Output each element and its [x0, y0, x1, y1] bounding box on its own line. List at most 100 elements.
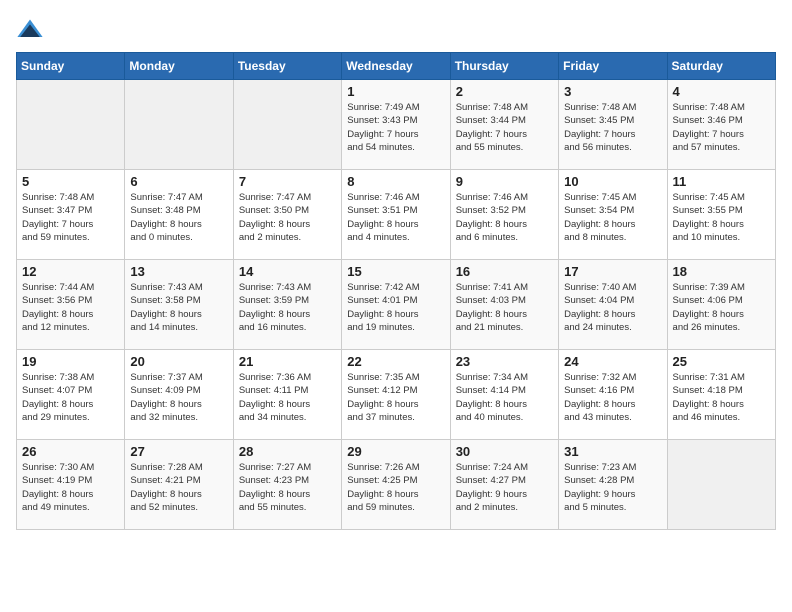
day-info: Sunrise: 7:46 AM Sunset: 3:51 PM Dayligh…	[347, 191, 444, 244]
day-info: Sunrise: 7:26 AM Sunset: 4:25 PM Dayligh…	[347, 461, 444, 514]
calendar-cell: 29 Sunrise: 7:26 AM Sunset: 4:25 PM Dayli…	[342, 440, 450, 530]
day-info: Sunrise: 7:24 AM Sunset: 4:27 PM Dayligh…	[456, 461, 553, 514]
weekday-header: Monday	[125, 53, 233, 80]
day-info: Sunrise: 7:34 AM Sunset: 4:14 PM Dayligh…	[456, 371, 553, 424]
calendar-cell: 12 Sunrise: 7:44 AM Sunset: 3:56 PM Dayli…	[17, 260, 125, 350]
day-number: 28	[239, 444, 336, 459]
calendar-cell: 22Sunrise: 7:35 AM Sunset: 4:12 PM Dayli…	[342, 350, 450, 440]
day-info: Sunrise: 7:48 AM Sunset: 3:44 PM Dayligh…	[456, 101, 553, 154]
calendar-cell: 26Sunrise: 7:30 AM Sunset: 4:19 PM Dayli…	[17, 440, 125, 530]
calendar-cell: 16 Sunrise: 7:41 AM Sunset: 4:03 PM Dayli…	[450, 260, 558, 350]
calendar-week-row: 1 Sunrise: 7:49 AM Sunset: 3:43 PM Daylig…	[17, 80, 776, 170]
day-info: Sunrise: 7:40 AM Sunset: 4:04 PM Dayligh…	[564, 281, 661, 334]
weekday-header: Tuesday	[233, 53, 341, 80]
day-number: 29	[347, 444, 444, 459]
calendar-cell: 24Sunrise: 7:32 AM Sunset: 4:16 PM Dayli…	[559, 350, 667, 440]
day-number: 19	[22, 354, 119, 369]
calendar-cell: 21Sunrise: 7:36 AM Sunset: 4:11 PM Dayli…	[233, 350, 341, 440]
calendar-cell: 1 Sunrise: 7:49 AM Sunset: 3:43 PM Daylig…	[342, 80, 450, 170]
calendar-cell: 8 Sunrise: 7:46 AM Sunset: 3:51 PM Daylig…	[342, 170, 450, 260]
day-number: 3	[564, 84, 661, 99]
calendar-cell: 17 Sunrise: 7:40 AM Sunset: 4:04 PM Dayli…	[559, 260, 667, 350]
day-info: Sunrise: 7:46 AM Sunset: 3:52 PM Dayligh…	[456, 191, 553, 244]
day-number: 8	[347, 174, 444, 189]
day-info: Sunrise: 7:48 AM Sunset: 3:45 PM Dayligh…	[564, 101, 661, 154]
day-info: Sunrise: 7:43 AM Sunset: 3:58 PM Dayligh…	[130, 281, 227, 334]
day-number: 20	[130, 354, 227, 369]
day-info: Sunrise: 7:48 AM Sunset: 3:46 PM Dayligh…	[673, 101, 770, 154]
day-number: 5	[22, 174, 119, 189]
calendar-cell: 28 Sunrise: 7:27 AM Sunset: 4:23 PM Dayli…	[233, 440, 341, 530]
calendar-cell: 15 Sunrise: 7:42 AM Sunset: 4:01 PM Dayli…	[342, 260, 450, 350]
day-info: Sunrise: 7:43 AM Sunset: 3:59 PM Dayligh…	[239, 281, 336, 334]
calendar-header: SundayMondayTuesdayWednesdayThursdayFrid…	[17, 53, 776, 80]
day-info: Sunrise: 7:45 AM Sunset: 3:55 PM Dayligh…	[673, 191, 770, 244]
calendar-cell: 10Sunrise: 7:45 AM Sunset: 3:54 PM Dayli…	[559, 170, 667, 260]
day-number: 10	[564, 174, 661, 189]
day-info: Sunrise: 7:27 AM Sunset: 4:23 PM Dayligh…	[239, 461, 336, 514]
calendar-week-row: 19Sunrise: 7:38 AM Sunset: 4:07 PM Dayli…	[17, 350, 776, 440]
day-info: Sunrise: 7:48 AM Sunset: 3:47 PM Dayligh…	[22, 191, 119, 244]
day-number: 27	[130, 444, 227, 459]
calendar-cell: 20 Sunrise: 7:37 AM Sunset: 4:09 PM Dayli…	[125, 350, 233, 440]
calendar-week-row: 12 Sunrise: 7:44 AM Sunset: 3:56 PM Dayli…	[17, 260, 776, 350]
page-header	[16, 16, 776, 44]
calendar-week-row: 5 Sunrise: 7:48 AM Sunset: 3:47 PM Daylig…	[17, 170, 776, 260]
calendar-cell: 27 Sunrise: 7:28 AM Sunset: 4:21 PM Dayli…	[125, 440, 233, 530]
day-number: 23	[456, 354, 553, 369]
calendar-week-row: 26Sunrise: 7:30 AM Sunset: 4:19 PM Dayli…	[17, 440, 776, 530]
day-info: Sunrise: 7:47 AM Sunset: 3:48 PM Dayligh…	[130, 191, 227, 244]
calendar-cell	[125, 80, 233, 170]
logo	[16, 16, 48, 44]
day-info: Sunrise: 7:47 AM Sunset: 3:50 PM Dayligh…	[239, 191, 336, 244]
day-number: 18	[673, 264, 770, 279]
calendar-cell	[667, 440, 775, 530]
calendar-cell: 5 Sunrise: 7:48 AM Sunset: 3:47 PM Daylig…	[17, 170, 125, 260]
day-info: Sunrise: 7:31 AM Sunset: 4:18 PM Dayligh…	[673, 371, 770, 424]
calendar-cell: 9 Sunrise: 7:46 AM Sunset: 3:52 PM Daylig…	[450, 170, 558, 260]
day-info: Sunrise: 7:49 AM Sunset: 3:43 PM Dayligh…	[347, 101, 444, 154]
day-number: 26	[22, 444, 119, 459]
day-number: 31	[564, 444, 661, 459]
day-info: Sunrise: 7:44 AM Sunset: 3:56 PM Dayligh…	[22, 281, 119, 334]
day-number: 6	[130, 174, 227, 189]
calendar-cell	[17, 80, 125, 170]
day-number: 15	[347, 264, 444, 279]
calendar-cell: 19Sunrise: 7:38 AM Sunset: 4:07 PM Dayli…	[17, 350, 125, 440]
day-info: Sunrise: 7:37 AM Sunset: 4:09 PM Dayligh…	[130, 371, 227, 424]
calendar-table: SundayMondayTuesdayWednesdayThursdayFrid…	[16, 52, 776, 530]
day-number: 24	[564, 354, 661, 369]
calendar-cell: 31 Sunrise: 7:23 AM Sunset: 4:28 PM Dayli…	[559, 440, 667, 530]
weekday-header: Thursday	[450, 53, 558, 80]
weekday-header: Sunday	[17, 53, 125, 80]
calendar-cell: 11 Sunrise: 7:45 AM Sunset: 3:55 PM Dayli…	[667, 170, 775, 260]
day-number: 21	[239, 354, 336, 369]
day-info: Sunrise: 7:42 AM Sunset: 4:01 PM Dayligh…	[347, 281, 444, 334]
day-info: Sunrise: 7:23 AM Sunset: 4:28 PM Dayligh…	[564, 461, 661, 514]
calendar-cell: 14 Sunrise: 7:43 AM Sunset: 3:59 PM Dayli…	[233, 260, 341, 350]
calendar-cell: 30 Sunrise: 7:24 AM Sunset: 4:27 PM Dayli…	[450, 440, 558, 530]
calendar-cell: 23 Sunrise: 7:34 AM Sunset: 4:14 PM Dayli…	[450, 350, 558, 440]
day-number: 11	[673, 174, 770, 189]
day-number: 1	[347, 84, 444, 99]
header-row: SundayMondayTuesdayWednesdayThursdayFrid…	[17, 53, 776, 80]
day-number: 9	[456, 174, 553, 189]
day-number: 14	[239, 264, 336, 279]
day-number: 17	[564, 264, 661, 279]
day-number: 7	[239, 174, 336, 189]
calendar-cell	[233, 80, 341, 170]
calendar-cell: 13Sunrise: 7:43 AM Sunset: 3:58 PM Dayli…	[125, 260, 233, 350]
day-info: Sunrise: 7:41 AM Sunset: 4:03 PM Dayligh…	[456, 281, 553, 334]
day-number: 16	[456, 264, 553, 279]
weekday-header: Friday	[559, 53, 667, 80]
day-number: 12	[22, 264, 119, 279]
calendar-cell: 25Sunrise: 7:31 AM Sunset: 4:18 PM Dayli…	[667, 350, 775, 440]
day-number: 30	[456, 444, 553, 459]
day-info: Sunrise: 7:35 AM Sunset: 4:12 PM Dayligh…	[347, 371, 444, 424]
day-info: Sunrise: 7:39 AM Sunset: 4:06 PM Dayligh…	[673, 281, 770, 334]
day-number: 4	[673, 84, 770, 99]
day-number: 2	[456, 84, 553, 99]
logo-icon	[16, 16, 44, 44]
calendar-cell: 3 Sunrise: 7:48 AM Sunset: 3:45 PM Daylig…	[559, 80, 667, 170]
day-info: Sunrise: 7:28 AM Sunset: 4:21 PM Dayligh…	[130, 461, 227, 514]
